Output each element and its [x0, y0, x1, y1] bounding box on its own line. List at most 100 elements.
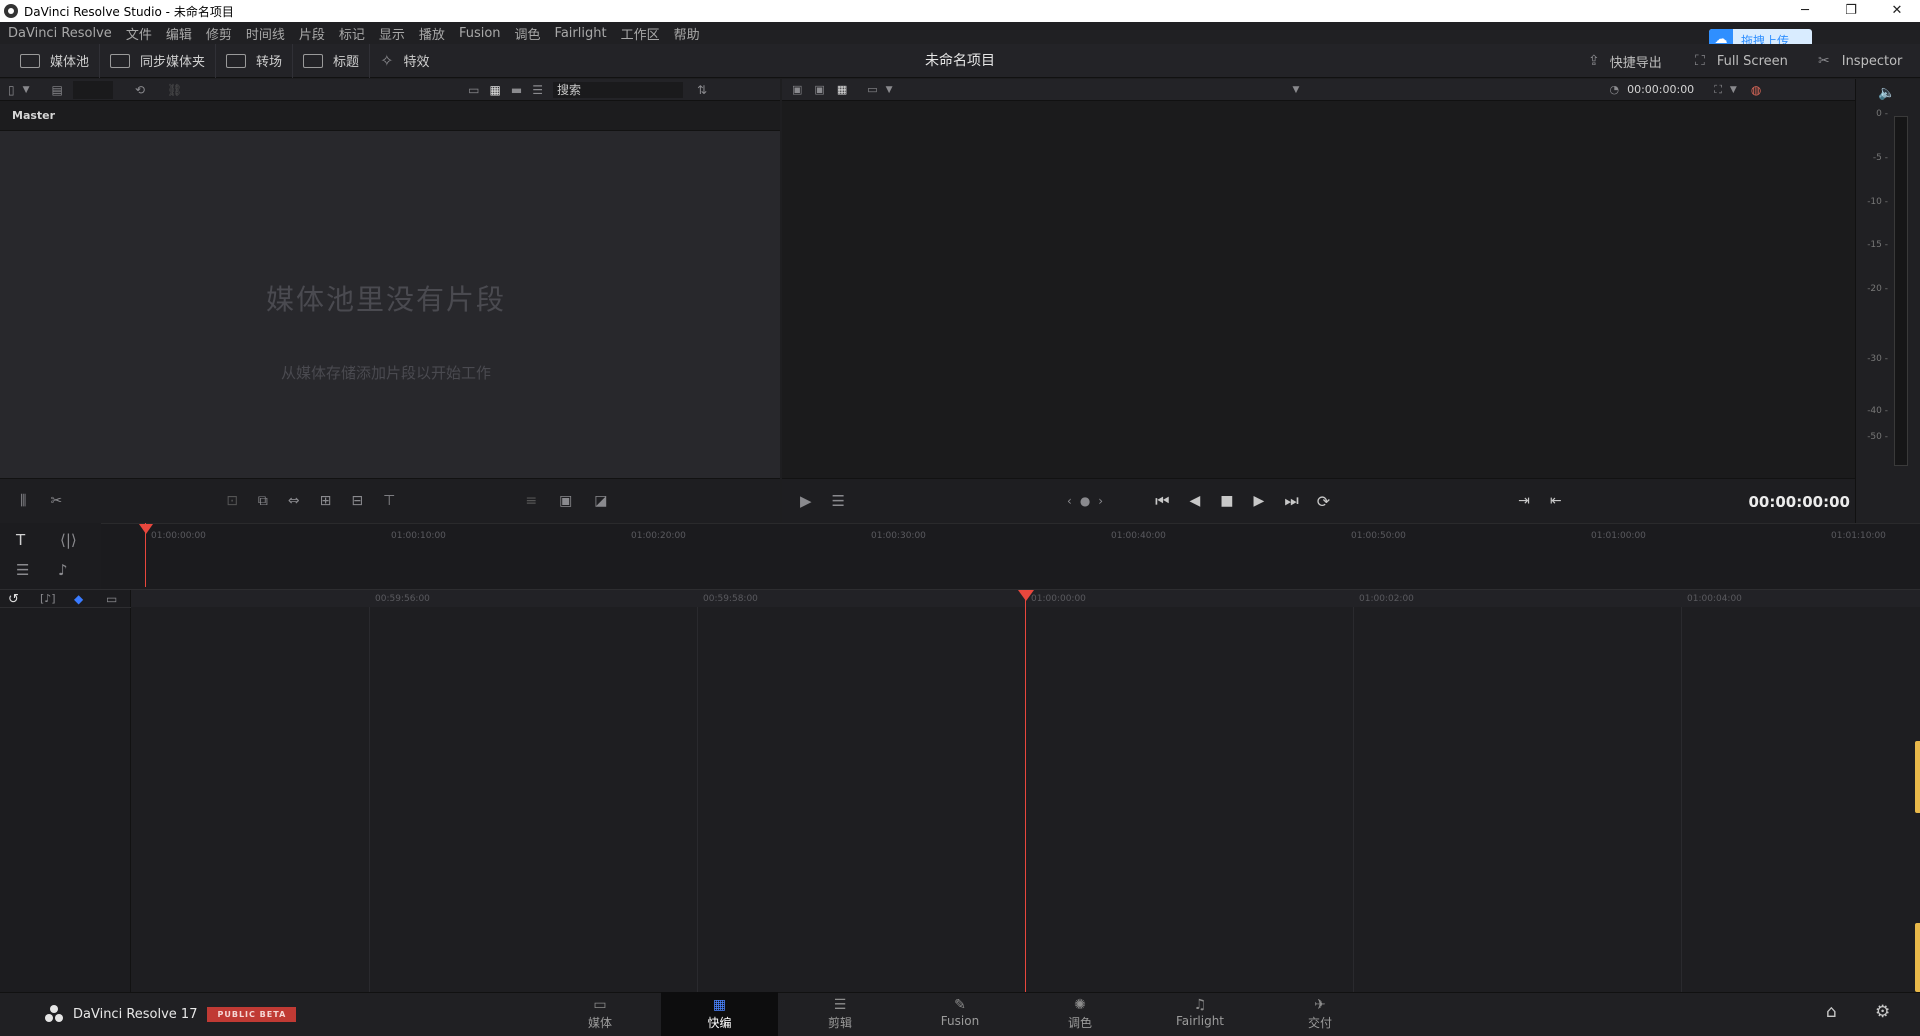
import-icon[interactable]: ▤ — [52, 83, 63, 97]
audio-tracks-icon[interactable]: ≡ — [525, 493, 537, 509]
loop-icon[interactable]: ⟳ — [1317, 492, 1330, 511]
color-wheel-icon[interactable]: ◍ — [1751, 83, 1761, 97]
menu-clip[interactable]: 片段 — [299, 24, 325, 43]
link-icon[interactable]: ⛓ — [167, 83, 182, 97]
append-icon[interactable]: ⧉ — [258, 493, 268, 509]
go-to-start-icon[interactable]: ⏮ — [1155, 491, 1169, 511]
source-tape-icon[interactable]: ▣ — [792, 83, 802, 96]
timeline-select-chevron-icon[interactable]: ▼ — [1293, 85, 1300, 95]
page-tab-color[interactable]: ✺ 调色 — [1032, 992, 1128, 1036]
menu-file[interactable]: 文件 — [126, 24, 152, 43]
home-icon[interactable]: ⌂ — [1826, 1002, 1837, 1022]
page-tab-cut[interactable]: ▦ 快编 — [661, 992, 778, 1036]
media-pool-button[interactable]: 媒体池 — [0, 43, 101, 78]
search-input[interactable]: 搜索 — [552, 81, 683, 98]
lower-playhead[interactable] — [1025, 590, 1026, 992]
sync-bin-button[interactable]: 同步媒体夹 — [100, 43, 217, 78]
sort-icon[interactable]: ⇅ — [697, 83, 707, 97]
quick-export-button[interactable]: ⇪ 快捷导出 — [1588, 44, 1662, 78]
page-tab-media[interactable]: ▭ 媒体 — [552, 992, 648, 1036]
upper-timeline-ruler[interactable]: 01:00:00:00 01:00:10:00 01:00:20:00 01:0… — [101, 523, 1920, 589]
lower-playhead-handle[interactable] — [1018, 590, 1034, 601]
source-overwrite-icon[interactable]: ⊤ — [383, 493, 395, 509]
speaker-icon[interactable]: 🔈 — [1878, 85, 1895, 101]
stop-icon[interactable]: ■ — [1220, 493, 1233, 509]
viewer-canvas[interactable] — [782, 101, 1855, 478]
scroll-marker[interactable] — [1915, 741, 1920, 813]
menu-workspace[interactable]: 工作区 — [621, 24, 660, 43]
blade-tool-icon[interactable]: ↺ — [8, 592, 19, 607]
settings-sliders-icon[interactable]: ☰ — [832, 492, 845, 510]
snap-lock-icon[interactable]: T — [16, 531, 25, 549]
close-up-icon[interactable]: ⊞ — [320, 493, 332, 509]
play-icon[interactable]: ▶ — [1254, 493, 1265, 509]
caption-icon[interactable]: ▭ — [106, 592, 117, 606]
upper-playhead[interactable] — [145, 523, 146, 587]
list-view-icon[interactable]: ☰ — [532, 83, 543, 97]
page-tab-fusion[interactable]: ✎ Fusion — [912, 992, 1008, 1036]
timeline-viewer-icon[interactable]: ▦ — [837, 83, 847, 96]
video-track-icon[interactable]: ☰ — [16, 561, 29, 579]
mark-out-icon[interactable]: ⇥ — [1518, 493, 1530, 509]
menu-edit[interactable]: 编辑 — [166, 24, 192, 43]
minimize-button[interactable]: ─ — [1782, 0, 1828, 22]
viewer-mode-icon[interactable]: ▭ — [867, 83, 877, 96]
effects-button[interactable]: ✧ 特效 — [370, 44, 439, 78]
viewer-timecode[interactable]: 00:00:00:00 — [1627, 83, 1694, 96]
place-on-top-icon[interactable]: ⊟ — [351, 493, 363, 509]
waveform-icon[interactable]: ◪ — [594, 493, 607, 509]
audio-track-icon[interactable]: ♪ — [58, 561, 68, 579]
mark-in-icon[interactable]: ⇤ — [1550, 493, 1562, 509]
thumbnail-view-icon[interactable]: ▭ — [468, 83, 479, 97]
smart-bins-icon[interactable]: ⫼ — [20, 493, 26, 509]
panel-layout-icon[interactable]: ▯ — [8, 83, 15, 97]
scissors-icon[interactable]: ✂ — [50, 493, 62, 509]
go-to-end-icon[interactable]: ⏭ — [1284, 491, 1298, 511]
source-clip-icon[interactable]: ▣ — [814, 83, 824, 96]
full-screen-button[interactable]: ⛶ Full Screen — [1695, 44, 1788, 78]
menu-trim[interactable]: 修剪 — [206, 24, 232, 43]
titles-button[interactable]: 标题 — [293, 43, 371, 78]
zoom-icon[interactable]: ⛶ — [1714, 83, 1722, 97]
page-tab-fairlight[interactable]: ♫ Fairlight — [1152, 992, 1248, 1036]
playback-options-icon[interactable]: ▶ — [800, 492, 812, 510]
menu-timeline[interactable]: 时间线 — [246, 24, 285, 43]
jog-dot-icon[interactable]: ● — [1080, 494, 1090, 508]
page-tab-deliver[interactable]: ✈ 交付 — [1272, 992, 1368, 1036]
upper-playhead-handle[interactable] — [139, 524, 153, 534]
grid-view-icon[interactable]: ▦ — [490, 83, 501, 97]
next-edit-icon[interactable]: › — [1098, 494, 1103, 508]
ripple-overwrite-icon[interactable]: ⇔ — [288, 493, 300, 509]
strip-view-icon[interactable]: ▬ — [511, 83, 522, 97]
marker-icon[interactable]: ◆ — [74, 592, 83, 606]
trim-icon[interactable]: ⟨|⟩ — [60, 531, 77, 549]
play-reverse-icon[interactable]: ◀ — [1190, 493, 1201, 509]
menu-playback[interactable]: 播放 — [419, 24, 445, 43]
restore-button[interactable]: ❐ — [1828, 0, 1874, 22]
page-tab-edit[interactable]: ☰ 剪辑 — [792, 992, 888, 1036]
zoom-chevron-icon[interactable]: ▼ — [1730, 85, 1737, 95]
transitions-button[interactable]: 转场 — [216, 43, 294, 78]
audio-scrub-icon[interactable]: [♪] — [40, 592, 56, 605]
previous-edit-icon[interactable]: ‹ — [1067, 494, 1072, 508]
image-icon[interactable]: ▣ — [559, 493, 572, 509]
bin-name[interactable]: Master — [12, 109, 55, 122]
chevron-down-icon[interactable]: ▼ — [23, 85, 30, 95]
inspector-button[interactable]: ✂ Inspector — [1818, 44, 1902, 78]
viewer-mode-chevron-icon[interactable]: ▼ — [886, 85, 893, 95]
menu-help[interactable]: 帮助 — [674, 24, 700, 43]
smart-insert-icon[interactable]: ⊡ — [226, 493, 238, 509]
main-timecode[interactable]: 00:00:00:00 — [1749, 493, 1851, 511]
close-button[interactable]: ✕ — [1874, 0, 1920, 22]
menu-view[interactable]: 显示 — [379, 24, 405, 43]
menu-fusion[interactable]: Fusion — [459, 26, 501, 41]
sync-icon[interactable]: ⟲ — [135, 83, 145, 97]
settings-gear-icon[interactable]: ⚙ — [1875, 1002, 1890, 1022]
bin-selector[interactable] — [72, 80, 113, 99]
menu-fairlight[interactable]: Fairlight — [555, 26, 607, 41]
edit-tools-bar: ⫼ ✂ ⊡ ⧉ ⇔ ⊞ ⊟ ⊤ ≡ ▣ ◪ — [0, 478, 780, 523]
menu-color[interactable]: 调色 — [515, 24, 541, 43]
menu-davinci-resolve[interactable]: DaVinci Resolve — [8, 26, 112, 41]
scroll-marker[interactable] — [1915, 923, 1920, 992]
menu-mark[interactable]: 标记 — [339, 24, 365, 43]
